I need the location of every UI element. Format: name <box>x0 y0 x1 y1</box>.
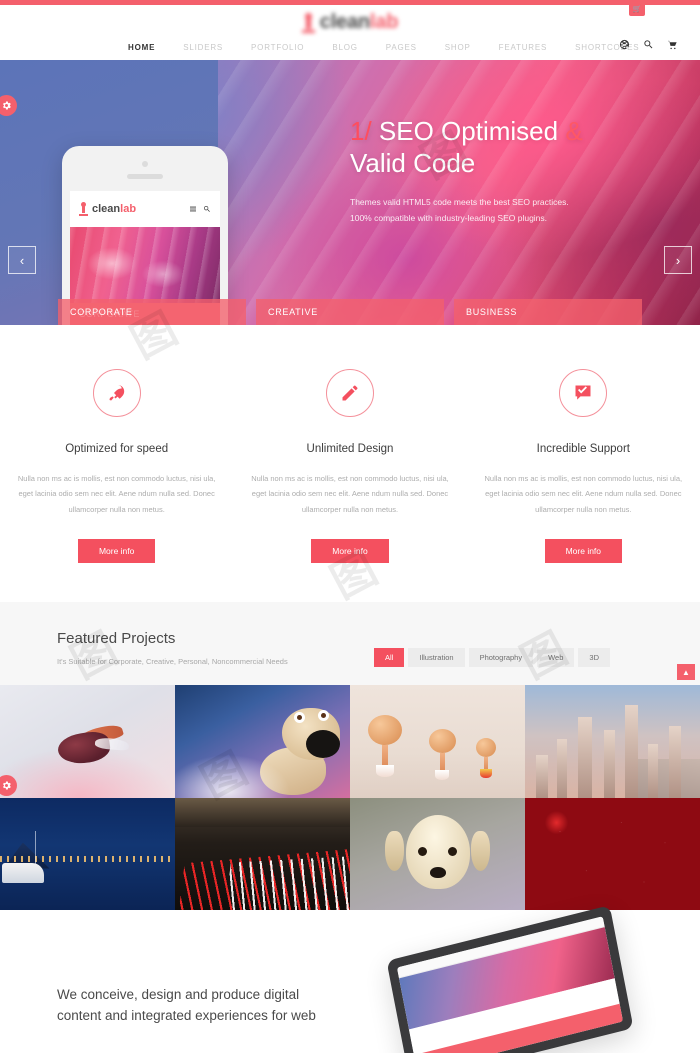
feature-card-speed: Optimized for speed Nulla non ms ac is m… <box>0 369 233 602</box>
portfolio-item-city-skyline[interactable] <box>525 685 700 798</box>
portfolio-header: Featured Projects It's Suitable for Corp… <box>0 602 700 685</box>
globe-icon[interactable] <box>619 39 630 50</box>
hero-title-main: SEO Optimised <box>378 116 559 146</box>
search-icon[interactable] <box>643 39 654 50</box>
nav-item-portfolio[interactable]: PORTFOLIO <box>251 43 304 52</box>
phone-search-icon <box>203 205 210 212</box>
hero-prev-button[interactable]: ‹ <box>8 246 36 274</box>
hero-subtitle: Themes valid HTML5 code meets the best S… <box>350 195 690 226</box>
phone-logo-accent: lab <box>120 203 137 215</box>
feature-more-info-button-3[interactable]: More info <box>544 539 623 564</box>
pencil-icon <box>342 385 358 401</box>
feature-text-2: Nulla non ms ac is mollis, est non commo… <box>251 474 449 514</box>
hero-subtitle-line2: 100% compatible with industry-leading SE… <box>350 213 548 224</box>
phone-chess-pawn-icon <box>79 202 88 216</box>
hero-tab-business[interactable]: BUSINESS <box>454 299 642 325</box>
feature-icon-wrap-1 <box>92 369 141 417</box>
portfolio-item-light-trails[interactable] <box>175 797 350 910</box>
feature-more-info-button-2[interactable]: More info <box>311 539 389 564</box>
hero-slider: cleanlab CORPORATE 1/ SEO Optimised & Va <box>0 60 700 325</box>
feature-icon-wrap-2 <box>325 369 374 417</box>
phone-topbar: cleanlab <box>70 191 220 227</box>
hero-next-button[interactable]: › <box>664 246 692 274</box>
hamburger-menu-icon <box>190 206 196 212</box>
phone-hero-photo <box>70 227 220 303</box>
header-icon-group <box>619 39 678 50</box>
site-logo[interactable]: cleanlab <box>0 11 700 34</box>
phone-logo: cleanlab <box>79 202 136 216</box>
feature-title-2: Unlimited Design <box>306 443 394 455</box>
features-section: Optimized for speed Nulla non ms ac is m… <box>0 325 700 602</box>
nav-item-pages[interactable]: PAGES <box>386 43 417 52</box>
feature-text-3: Nulla non ms ac is mollis, est non commo… <box>484 474 683 514</box>
portfolio-item-3d-characters[interactable] <box>350 685 525 798</box>
feature-more-info-button-1[interactable]: More info <box>77 539 156 564</box>
hero-copy: 1/ SEO Optimised & Valid Code Themes val… <box>350 116 690 227</box>
phone-logo-dark: clean <box>92 203 121 215</box>
laptop-lid <box>386 905 634 1053</box>
phone-icon-group <box>189 205 211 213</box>
portfolio-item-raspberries[interactable] <box>525 797 700 910</box>
portfolio-grid <box>0 685 700 910</box>
hero-title: 1/ SEO Optimised & Valid Code <box>350 116 690 179</box>
hero-tab-creative[interactable]: CREATIVE <box>256 299 444 325</box>
logo-text: cleanlab <box>319 11 399 34</box>
rocket-icon <box>109 385 124 401</box>
laptop-mockup <box>386 905 645 1053</box>
filter-photography[interactable]: Photography <box>468 648 534 667</box>
nav-item-features[interactable]: FEATURES <box>499 43 547 52</box>
nav-item-blog[interactable]: BLOG <box>332 43 357 52</box>
scroll-to-top-button[interactable]: ▲ <box>677 664 695 680</box>
gear-icon <box>3 781 11 790</box>
feature-title-3: Incredible Support <box>536 443 630 455</box>
feature-icon-wrap-3 <box>559 369 608 417</box>
phone-speaker <box>127 174 163 179</box>
about-section: We conceive, design and produce digital … <box>0 905 700 1053</box>
main-navigation: HOME SLIDERS PORTFOLIO BLOG PAGES SHOP F… <box>0 35 700 60</box>
portfolio-filter-group: All Illustration Photography Web 3D <box>374 648 610 667</box>
nav-item-sliders[interactable]: SLIDERS <box>183 43 223 52</box>
hero-category-tabs: CORPORATE CREATIVE BUSINESS <box>0 299 700 325</box>
hero-slide-number: 1/ <box>350 116 372 146</box>
logo-text-accent: lab <box>369 11 399 33</box>
feature-title-1: Optimized for speed <box>65 443 169 455</box>
laptop-screen <box>396 916 624 1053</box>
filter-illustration[interactable]: Illustration <box>408 648 465 667</box>
site-header: cleanlab HOME SLIDERS PORTFOLIO BLOG PAG… <box>0 5 700 60</box>
filter-3d[interactable]: 3D <box>578 648 610 667</box>
feature-card-design: Unlimited Design Nulla non ms ac is moll… <box>233 369 466 602</box>
hero-tab-corporate[interactable]: CORPORATE <box>58 299 246 325</box>
cart-icon[interactable] <box>667 39 678 50</box>
nav-item-home[interactable]: HOME <box>128 43 155 52</box>
nav-item-shop[interactable]: SHOP <box>445 43 471 52</box>
portfolio-item-3d-insect[interactable] <box>0 685 175 798</box>
phone-camera <box>142 161 148 167</box>
about-heading: We conceive, design and produce digital … <box>57 987 316 1023</box>
top-accent-strip <box>0 0 700 5</box>
top-cart-badge[interactable]: 🛒 <box>629 2 645 16</box>
filter-web[interactable]: Web <box>537 648 575 667</box>
portfolio-item-harbour-night[interactable] <box>0 797 175 910</box>
logo-text-dark: clean <box>319 11 370 33</box>
portfolio-item-fantasy-creature[interactable] <box>175 685 350 798</box>
page-subtitle: It's Suitable for Corporate, Creative, P… <box>57 657 288 666</box>
feature-card-support: Incredible Support Nulla non ms ac is mo… <box>467 369 700 602</box>
page-title: Featured Projects <box>57 630 176 647</box>
gear-icon <box>3 101 11 110</box>
portfolio-item-puppy[interactable] <box>350 797 525 910</box>
chess-pawn-icon <box>301 12 315 33</box>
feature-text-1: Nulla non ms ac is mollis, est non commo… <box>17 474 216 514</box>
hero-subtitle-line1: Themes valid HTML5 code meets the best S… <box>350 197 569 208</box>
nav-items: HOME SLIDERS PORTFOLIO BLOG PAGES SHOP F… <box>128 43 667 52</box>
hero-title-line2: Valid Code <box>350 147 476 178</box>
filter-all[interactable]: All <box>374 648 405 667</box>
page-root: 🛒 cleanlab HOME SLIDERS PORTFOLIO BLOG P… <box>0 0 700 1053</box>
hero-title-ampersand: & <box>565 116 583 146</box>
chat-check-icon <box>575 385 591 400</box>
